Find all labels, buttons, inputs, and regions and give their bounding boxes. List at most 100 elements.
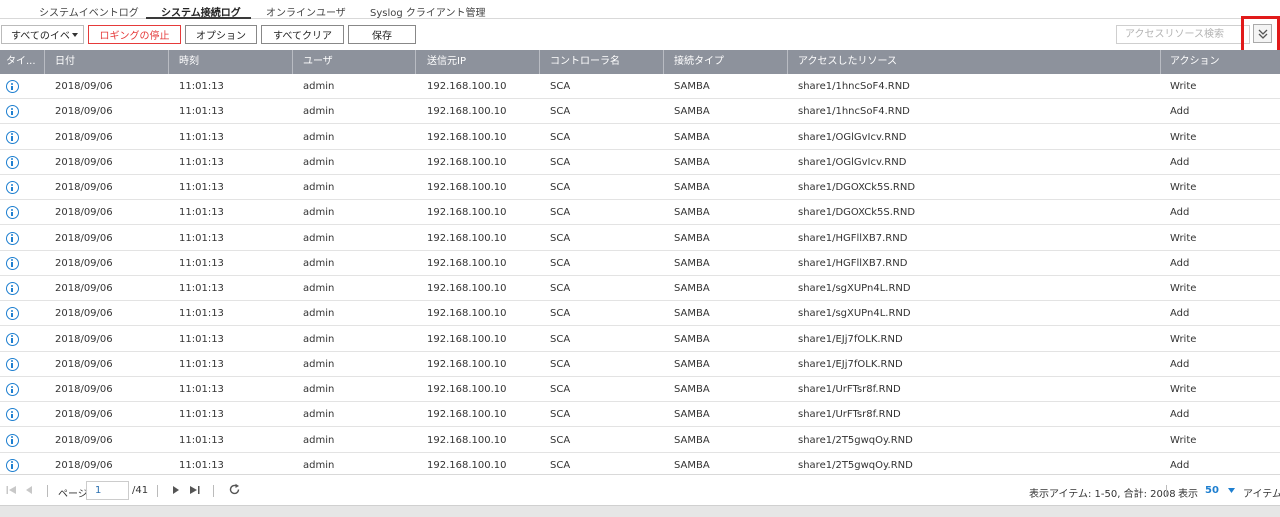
toolbar: すべてのイベ ロギングの停止 オプション すべてクリア 保存 アクセスリソース検…	[0, 19, 1280, 50]
cell-user: admin	[303, 358, 335, 370]
table-row[interactable]: 2018/09/06 11:01:13 admin 192.168.100.10 SCA…	[0, 226, 1280, 251]
cell-action: Write	[1170, 434, 1197, 446]
page-number-input[interactable]: 1	[86, 481, 129, 500]
column-divider[interactable]	[292, 50, 293, 74]
cell-action: Add	[1170, 308, 1190, 320]
cell-resource: share1/2T5gwqOy.RND	[798, 459, 913, 471]
cell-time: 11:01:13	[179, 156, 224, 168]
column-header-source-ip[interactable]: 送信元IP	[427, 50, 466, 74]
prev-page-icon[interactable]	[25, 485, 33, 495]
cell-connection-type: SAMBA	[674, 333, 710, 345]
cell-time: 11:01:13	[179, 106, 224, 118]
last-page-icon[interactable]	[189, 485, 200, 495]
tab-online-users[interactable]: オンラインユーザ	[266, 4, 346, 19]
cell-source-ip: 192.168.100.10	[427, 131, 507, 143]
table-row[interactable]: 2018/09/06 11:01:13 admin 192.168.100.10 SCA…	[0, 150, 1280, 175]
table-row[interactable]: 2018/09/06 11:01:13 admin 192.168.100.10 SCA…	[0, 175, 1280, 200]
cell-action: Write	[1170, 283, 1197, 294]
column-header-action[interactable]: アクション	[1170, 50, 1220, 74]
table-row[interactable]: 2018/09/06 11:01:13 admin 192.168.100.10 SCA…	[0, 352, 1280, 377]
cell-resource: share1/OGlGvIcv.RND	[798, 131, 907, 143]
cell-source-ip: 192.168.100.10	[427, 409, 507, 421]
column-divider[interactable]	[44, 50, 45, 74]
column-header-time[interactable]: 時刻	[179, 50, 199, 74]
cell-controller: SCA	[550, 207, 571, 219]
cell-connection-type: SAMBA	[674, 358, 710, 370]
table-row[interactable]: 2018/09/06 11:01:13 admin 192.168.100.10 SCA…	[0, 200, 1280, 226]
cell-time: 11:01:13	[179, 131, 224, 143]
cell-action: Write	[1170, 81, 1197, 92]
table-row[interactable]: 2018/09/06 11:01:13 admin 192.168.100.10 SCA…	[0, 428, 1280, 453]
column-header-date[interactable]: 日付	[55, 50, 75, 74]
cell-date: 2018/09/06	[55, 106, 113, 118]
cell-controller: SCA	[550, 459, 571, 471]
column-divider[interactable]	[787, 50, 788, 74]
column-header-type[interactable]: タイ...	[6, 50, 42, 74]
column-divider[interactable]	[1160, 50, 1161, 74]
stop-logging-button[interactable]: ロギングの停止	[88, 25, 181, 44]
cell-controller: SCA	[550, 81, 571, 92]
resource-search-input[interactable]: アクセスリソース検索	[1116, 25, 1250, 44]
cell-resource: share1/1hncSoF4.RND	[798, 81, 910, 92]
column-header-connection-type[interactable]: 接続タイプ	[674, 50, 724, 74]
double-chevron-down-icon	[1258, 29, 1268, 39]
cell-time: 11:01:13	[179, 81, 224, 92]
info-icon	[6, 458, 19, 472]
options-button[interactable]: オプション	[185, 25, 257, 44]
cell-action: Write	[1170, 333, 1197, 345]
expand-search-button[interactable]	[1253, 24, 1272, 43]
table-row[interactable]: 2018/09/06 11:01:13 admin 192.168.100.10 SCA…	[0, 99, 1280, 125]
tab-syslog-client-management[interactable]: Syslog クライアント管理	[370, 4, 486, 19]
column-divider[interactable]	[539, 50, 540, 74]
cell-time: 11:01:13	[179, 308, 224, 320]
table-row[interactable]: 2018/09/06 11:01:13 admin 192.168.100.10 SCA…	[0, 453, 1280, 474]
table-row[interactable]: 2018/09/06 11:01:13 admin 192.168.100.10 SCA…	[0, 327, 1280, 352]
event-filter-dropdown[interactable]: すべてのイベ	[1, 25, 84, 44]
cell-user: admin	[303, 232, 335, 244]
info-icon	[6, 357, 19, 371]
column-header-user[interactable]: ユーザ	[303, 50, 333, 74]
table-row[interactable]: 2018/09/06 11:01:13 admin 192.168.100.10 SCA…	[0, 74, 1280, 99]
cell-user: admin	[303, 182, 335, 193]
column-header-resource[interactable]: アクセスしたリソース	[798, 50, 897, 74]
cell-action: Add	[1170, 106, 1190, 118]
first-page-icon[interactable]	[6, 485, 17, 495]
refresh-icon[interactable]	[228, 483, 241, 496]
next-page-icon[interactable]	[172, 485, 180, 495]
cell-action: Add	[1170, 257, 1190, 269]
cell-action: Write	[1170, 182, 1197, 193]
cell-controller: SCA	[550, 182, 571, 193]
cell-user: admin	[303, 81, 335, 92]
column-divider[interactable]	[663, 50, 664, 74]
cell-connection-type: SAMBA	[674, 156, 710, 168]
tab-system-event-log[interactable]: システムイベントログ	[39, 4, 139, 19]
save-button[interactable]: 保存	[348, 25, 416, 44]
cell-connection-type: SAMBA	[674, 384, 710, 395]
clear-all-button[interactable]: すべてクリア	[261, 25, 344, 44]
cell-time: 11:01:13	[179, 409, 224, 421]
info-icon	[6, 231, 19, 245]
cell-connection-type: SAMBA	[674, 232, 710, 244]
cell-resource: share1/sgXUPn4L.RND	[798, 283, 911, 294]
show-label: 表示	[1178, 489, 1198, 500]
cell-action: Write	[1170, 232, 1197, 244]
table-row[interactable]: 2018/09/06 11:01:13 admin 192.168.100.10 SCA…	[0, 301, 1280, 327]
table-row[interactable]: 2018/09/06 11:01:13 admin 192.168.100.10 SCA…	[0, 276, 1280, 301]
cell-controller: SCA	[550, 434, 571, 446]
column-divider[interactable]	[415, 50, 416, 74]
cell-connection-type: SAMBA	[674, 207, 710, 219]
table-row[interactable]: 2018/09/06 11:01:13 admin 192.168.100.10 SCA…	[0, 402, 1280, 428]
table-row[interactable]: 2018/09/06 11:01:13 admin 192.168.100.10 SCA…	[0, 377, 1280, 402]
chevron-down-icon[interactable]	[1228, 488, 1235, 493]
items-per-page-select[interactable]: 50	[1205, 485, 1219, 496]
cell-connection-type: SAMBA	[674, 459, 710, 471]
cell-connection-type: SAMBA	[674, 182, 710, 193]
table-row[interactable]: 2018/09/06 11:01:13 admin 192.168.100.10 SCA…	[0, 125, 1280, 150]
cell-date: 2018/09/06	[55, 434, 113, 446]
cell-time: 11:01:13	[179, 434, 224, 446]
column-divider[interactable]	[168, 50, 169, 74]
column-header-controller[interactable]: コントローラ名	[550, 50, 620, 74]
table-row[interactable]: 2018/09/06 11:01:13 admin 192.168.100.10 SCA…	[0, 251, 1280, 276]
cell-user: admin	[303, 106, 335, 118]
cell-connection-type: SAMBA	[674, 131, 710, 143]
